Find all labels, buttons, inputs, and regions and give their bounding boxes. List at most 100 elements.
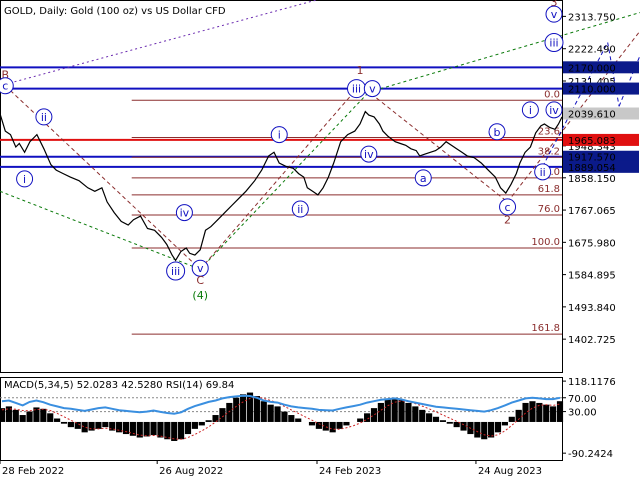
- macd-bar-69: [474, 421, 481, 438]
- wave-label-7: C: [196, 274, 204, 287]
- macd-bar-72: [494, 421, 502, 433]
- wave-label-24: v: [551, 8, 558, 21]
- macd-bar-39: [267, 404, 274, 422]
- macd-bar-59: [405, 402, 412, 422]
- macd-bar-63: [432, 416, 440, 422]
- macd-bar-3: [19, 415, 26, 422]
- wave-label-21: iii: [549, 37, 558, 50]
- fib-label-2: 38.2: [538, 146, 560, 157]
- y-tick-label-6: 1767.065: [568, 206, 616, 217]
- macd-bar-29: [198, 421, 205, 426]
- y-tick-label-9: 1493.840: [568, 303, 616, 314]
- fib-label-7: 161.8: [531, 323, 560, 334]
- indicator-title: MACD(5,34,5) 52.0283 42.5280 RSI(14) 69.…: [4, 380, 234, 391]
- x-tick-label-2: 24 Feb 2023: [319, 466, 381, 477]
- macd-bar-37: [253, 396, 260, 422]
- wave-label-13: v: [369, 83, 376, 96]
- ind-tick-label-3: -90.2424: [568, 449, 613, 460]
- ind-tick-label-1: 70.00: [568, 394, 597, 405]
- macd-bar-7: [47, 413, 54, 422]
- macd-bar-2: [12, 409, 19, 422]
- macd-bar-40: [274, 406, 281, 422]
- wave-label-5: iii: [171, 265, 180, 278]
- macd-bar-45: [308, 421, 316, 426]
- macd-bar-35: [240, 394, 247, 422]
- level-label-5: 1889.054: [568, 163, 616, 174]
- macd-bar-57: [391, 397, 398, 422]
- wave-label-19: i: [529, 104, 532, 117]
- macd-bar-62: [426, 413, 433, 422]
- macd-bar-65: [446, 421, 453, 424]
- wave-label-16: b: [494, 126, 501, 139]
- macd-bar-80: [550, 406, 557, 422]
- macd-bar-73: [501, 421, 508, 426]
- wave-label-20: ii: [540, 166, 546, 179]
- wave-label-1: c: [2, 80, 8, 93]
- level-label-2: 2039.610: [568, 110, 616, 121]
- y-tick-label-8: 1584.895: [568, 271, 616, 282]
- macd-bar-32: [219, 408, 226, 422]
- macd-bar-50: [343, 421, 350, 426]
- y-tick-label-5: 1858.150: [568, 174, 616, 185]
- level-label-3: 1965.083: [568, 136, 616, 147]
- macd-bar-34: [233, 397, 240, 422]
- fib-label-6: 100.0: [531, 237, 560, 248]
- wave-label-17: c: [505, 201, 511, 214]
- macd-bar-43: [295, 418, 302, 422]
- macd-bar-30: [205, 420, 212, 422]
- x-tick-label-0: 28 Feb 2022: [2, 466, 64, 477]
- x-tick-label-3: 24 Aug 2023: [478, 466, 542, 477]
- macd-bar-14: [95, 421, 102, 429]
- macd-bar-58: [398, 399, 405, 422]
- macd-bar-6: [40, 408, 47, 422]
- macd-bar-42: [288, 415, 295, 422]
- macd-bar-4: [26, 411, 33, 422]
- macd-bar-55: [377, 402, 384, 422]
- level-label-1: 2110.000: [568, 85, 616, 96]
- macd-bar-23: [157, 421, 164, 438]
- macd-bar-26: [178, 421, 185, 440]
- macd-bar-77: [529, 401, 536, 422]
- wave-label-11: 1: [357, 64, 364, 77]
- chart-svg: 0.023.638.250.061.876.0100.0161.8 Bciiii…: [0, 0, 640, 480]
- macd-bar-10: [67, 421, 74, 428]
- wave-label-9: i: [278, 129, 281, 142]
- wave-label-10: ii: [297, 203, 303, 216]
- macd-bar-56: [384, 399, 391, 422]
- y-tick-label-0: 2313.750: [568, 12, 616, 23]
- y-tick-label-7: 1675.980: [568, 238, 616, 249]
- macd-bar-46: [315, 421, 322, 429]
- wave-label-2: ii: [41, 111, 47, 124]
- macd-bar-15: [102, 421, 109, 428]
- macd-bar-18: [122, 421, 130, 435]
- macd-bar-76: [522, 402, 529, 422]
- macd-bar-27: [184, 421, 192, 435]
- wave-label-18: 2: [504, 214, 511, 227]
- macd-bar-64: [439, 420, 446, 422]
- macd-bar-60: [412, 406, 419, 422]
- fib-label-0: 0.0: [544, 89, 560, 100]
- macd-bar-75: [515, 409, 522, 422]
- macd-bar-28: [191, 421, 198, 429]
- level-label-0: 2170.000: [568, 63, 616, 74]
- macd-bar-9: [60, 421, 68, 424]
- macd-bar-74: [508, 416, 515, 422]
- wave-label-22: iv: [549, 104, 559, 117]
- ind-tick-label-0: 118.1176: [568, 377, 616, 388]
- macd-bar-21: [143, 421, 150, 437]
- macd-bar-61: [419, 409, 426, 422]
- macd-bar-25: [171, 421, 178, 441]
- fib-label-5: 76.0: [538, 204, 560, 215]
- macd-bar-79: [543, 404, 550, 422]
- ind-tick-label-2: 30.00: [568, 408, 597, 419]
- macd-bar-41: [281, 411, 288, 422]
- macd-bar-49: [336, 421, 343, 429]
- wave-label-3: i: [23, 173, 26, 186]
- wave-label-8: (4): [192, 289, 208, 302]
- wave-label-15: a: [420, 172, 427, 185]
- macd-bar-54: [370, 408, 378, 422]
- macd-bar-22: [150, 421, 157, 436]
- y-tick-label-10: 1402.725: [568, 335, 616, 346]
- wave-label-12: iii: [352, 83, 361, 96]
- chart-container: 0.023.638.250.061.876.0100.0161.8 Bciiii…: [0, 0, 640, 480]
